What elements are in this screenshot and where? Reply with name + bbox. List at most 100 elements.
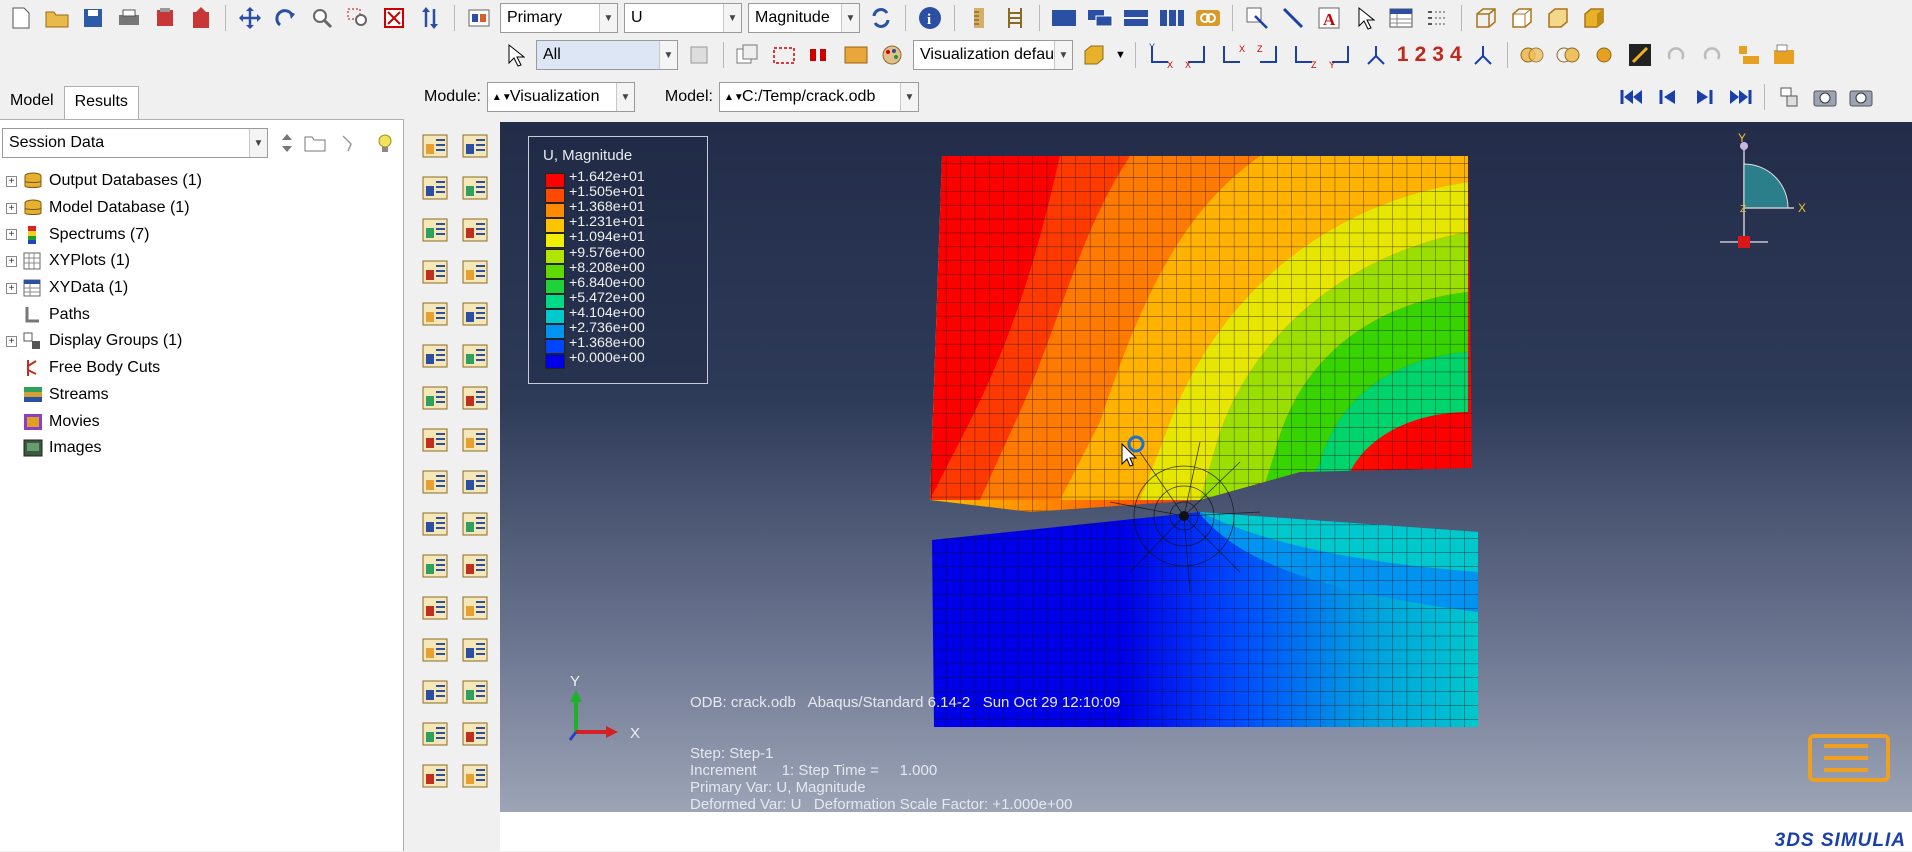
expand-icon[interactable]: + xyxy=(6,202,17,214)
previous-frame-icon[interactable] xyxy=(1653,83,1683,111)
expand-icon[interactable]: + xyxy=(6,335,17,347)
xy-data-manager-icon[interactable] xyxy=(460,552,492,582)
annotation-icon[interactable] xyxy=(1242,4,1272,32)
animation-options-icon[interactable] xyxy=(1774,83,1804,111)
plot-material-orientation-icon[interactable] xyxy=(420,258,452,288)
viewport-tile-vertical-icon[interactable] xyxy=(1157,4,1187,32)
select-cursor-icon[interactable] xyxy=(1350,4,1380,32)
next-frame-icon[interactable] xyxy=(1689,83,1719,111)
symbol-options-icon[interactable] xyxy=(460,216,492,246)
view-cube-triad[interactable]: Y X Z xyxy=(1710,132,1810,272)
text-icon[interactable]: A xyxy=(1314,4,1344,32)
query-tool-icon[interactable] xyxy=(420,720,452,750)
arrow-icon[interactable] xyxy=(1278,4,1308,32)
viewport[interactable]: U, Magnitude +1.642e+01 +1.505e+01 +1.368e… xyxy=(500,122,1912,812)
orientation-plot-icon[interactable] xyxy=(420,384,452,414)
tree-item[interactable]: + Spectrums (7) xyxy=(6,221,396,248)
expand-icon[interactable]: + xyxy=(6,175,17,187)
expand-icon[interactable]: + xyxy=(6,229,17,241)
overlay-outline-icon[interactable] xyxy=(1553,41,1583,69)
save-icon[interactable] xyxy=(78,4,108,32)
view-iso-icon[interactable] xyxy=(1361,41,1391,69)
contour-legend[interactable]: U, Magnitude +1.642e+01 +1.505e+01 +1.368e… xyxy=(528,136,708,384)
symbol-plot-icon[interactable] xyxy=(420,342,452,372)
render-style-icon[interactable] xyxy=(1079,41,1109,69)
free-body-cut-icon[interactable] xyxy=(420,636,452,666)
view-back-icon[interactable]: X xyxy=(1181,41,1211,69)
tree-item[interactable]: Movies xyxy=(6,408,396,435)
tab-results[interactable]: Results xyxy=(63,86,139,119)
tree-item[interactable]: + XYData (1) xyxy=(6,275,396,302)
model-stack-up-icon[interactable] xyxy=(186,4,216,32)
display-group-icon[interactable] xyxy=(420,678,452,708)
expand-icon[interactable]: + xyxy=(6,282,17,294)
expand-icon[interactable]: + xyxy=(6,255,17,267)
stream-manager-icon[interactable] xyxy=(460,720,492,750)
user-view-4-button[interactable]: 4 xyxy=(1450,43,1462,67)
replace-selected-icon[interactable] xyxy=(841,41,871,69)
single-circle-icon[interactable] xyxy=(1589,41,1619,69)
user-view-3-button[interactable]: 3 xyxy=(1432,43,1444,67)
table-icon[interactable] xyxy=(1386,4,1416,32)
tree-item[interactable]: Images xyxy=(6,435,396,462)
animate-time-icon[interactable] xyxy=(420,468,452,498)
select-cursor-icon[interactable] xyxy=(500,41,530,69)
tree-item[interactable]: + XYPlots (1) xyxy=(6,248,396,275)
tree-item[interactable]: Streams xyxy=(6,382,396,409)
visualization-defaults-select[interactable]: Visualization defaults ▼ xyxy=(913,40,1073,70)
material-options-icon[interactable] xyxy=(460,258,492,288)
view-right-icon[interactable]: Y xyxy=(1325,41,1355,69)
model-stack-icon[interactable] xyxy=(150,4,180,32)
tab-model[interactable]: Model xyxy=(0,86,64,119)
animation-options-icon[interactable] xyxy=(460,468,492,498)
hidden-line-icon[interactable] xyxy=(1507,4,1537,32)
last-frame-icon[interactable] xyxy=(1725,83,1755,111)
view-cut-icon[interactable] xyxy=(420,510,452,540)
tree-item[interactable]: + Model Database (1) xyxy=(6,195,396,222)
redo-icon[interactable] xyxy=(1697,41,1727,69)
cycle-view-icon[interactable] xyxy=(415,4,445,32)
list-icon[interactable] xyxy=(1422,4,1452,32)
box-zoom-icon[interactable] xyxy=(343,4,373,32)
new-file-icon[interactable] xyxy=(6,4,36,32)
zoom-icon[interactable] xyxy=(307,4,337,32)
viewport-single-icon[interactable] xyxy=(1049,4,1079,32)
animate-harmonic-icon[interactable] xyxy=(460,426,492,456)
contour-options-icon[interactable] xyxy=(460,174,492,204)
tree-item[interactable]: Paths xyxy=(6,301,396,328)
print-icon[interactable] xyxy=(114,4,144,32)
render-dropdown-icon[interactable]: ▼ xyxy=(1115,49,1126,61)
selection-options-icon[interactable] xyxy=(684,41,714,69)
remove-selected-icon[interactable] xyxy=(805,41,835,69)
view-cut-manager-icon[interactable] xyxy=(460,510,492,540)
orientation-options-icon[interactable] xyxy=(460,384,492,414)
sync-icon[interactable] xyxy=(866,4,896,32)
tree-item[interactable]: + Output Databases (1) xyxy=(6,168,396,195)
viewport-cascade-icon[interactable] xyxy=(1085,4,1115,32)
display-group-manager-icon[interactable] xyxy=(460,678,492,708)
user-view-2-button[interactable]: 2 xyxy=(1415,43,1427,67)
session-data-select[interactable]: Session Data ▼ xyxy=(2,128,268,158)
sort-icon[interactable] xyxy=(272,129,302,157)
view-triad-icon[interactable] xyxy=(1468,41,1498,69)
free-body-manager-icon[interactable] xyxy=(460,636,492,666)
create-xy-data-icon[interactable] xyxy=(420,552,452,582)
symbol-plot-options-icon[interactable] xyxy=(460,342,492,372)
query-icon[interactable] xyxy=(1769,41,1799,69)
view-front-icon[interactable]: YX xyxy=(1145,41,1175,69)
create-path-icon[interactable] xyxy=(420,594,452,624)
plot-contours-icon[interactable] xyxy=(420,174,452,204)
view-left-icon[interactable]: Z xyxy=(1289,41,1319,69)
camera-settings-icon[interactable] xyxy=(1846,83,1876,111)
camera-icon[interactable] xyxy=(1810,83,1840,111)
animate-scale-icon[interactable] xyxy=(420,426,452,456)
path-manager-icon[interactable] xyxy=(460,594,492,624)
ruler-icon[interactable] xyxy=(964,4,994,32)
tree-item[interactable]: Free Body Cuts xyxy=(6,355,396,382)
selection-filter-select[interactable]: All ▼ xyxy=(536,40,678,70)
overlay-circles-icon[interactable] xyxy=(1517,41,1547,69)
link-viewports-icon[interactable] xyxy=(1193,4,1223,32)
variable-select[interactable]: U ▼ xyxy=(624,3,742,33)
folder-up-icon[interactable] xyxy=(300,129,330,157)
plot-deformed-icon[interactable] xyxy=(460,132,492,162)
